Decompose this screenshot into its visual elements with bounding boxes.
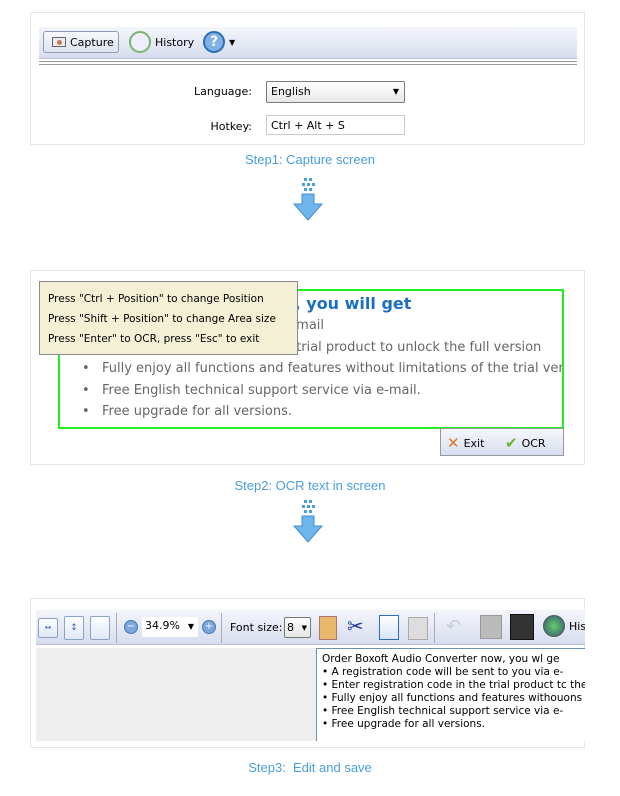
camera-icon (52, 37, 66, 47)
step2-caption: Step2: OCR text in screen (234, 478, 386, 493)
hint-tooltip: Press "Ctrl + Position" to change Positi… (39, 281, 298, 355)
fit-height-icon[interactable]: ↕ (64, 616, 84, 640)
paste-icon[interactable] (408, 617, 428, 640)
separator (434, 613, 435, 643)
text-line: • Fully enjoy all functions and features… (322, 692, 585, 704)
zoom-select[interactable]: 34.9% ▼ (142, 617, 198, 637)
step3-caption: Step3: Edit and save (248, 760, 372, 775)
capture-label: Capture (70, 35, 114, 49)
list-item: Free English technical support service v… (80, 380, 562, 402)
zoom-value: 34.9% (145, 619, 180, 632)
down-arrow-icon (293, 500, 323, 543)
hotkey-input[interactable]: Ctrl + Alt + S (266, 115, 405, 135)
editor-toolbar: ↔ ↕ − 34.9% ▼ + Font size: 8 ▼ ✂ ↶ His (36, 610, 585, 645)
history-label: His (569, 619, 585, 633)
fit-width-icon[interactable]: ↔ (38, 618, 58, 638)
actual-size-icon[interactable] (90, 616, 110, 640)
step1-panel: Capture History ? ▼ Language: English ▼ H… (30, 12, 585, 145)
cut-icon[interactable]: ✂ (347, 614, 364, 638)
undo-icon[interactable]: ↶ (446, 616, 461, 637)
image-preview-pane[interactable] (36, 648, 316, 741)
globe-icon (543, 615, 565, 637)
exit-button[interactable]: ✕ Exit (447, 434, 484, 452)
language-label: Language: (194, 85, 252, 98)
chevron-down-icon: ▼ (392, 87, 399, 96)
hotkey-label: Hotkey: (210, 120, 252, 133)
history-button[interactable]: History (129, 30, 194, 54)
zoom-in-icon[interactable]: + (202, 620, 216, 634)
text-line: Order Boxoft Audio Converter now, you wl… (322, 653, 560, 665)
ocr-action-bar: ✕ Exit ✔ OCR (440, 428, 564, 456)
ocr-text-editor[interactable]: Order Boxoft Audio Converter now, you wl… (316, 648, 585, 741)
step1-caption: Step1: Capture screen (244, 152, 376, 167)
down-arrow-icon (293, 178, 323, 221)
tooltip-line: Press "Shift + Position" to change Area … (48, 313, 276, 325)
capture-button[interactable]: Capture (43, 31, 119, 53)
close-icon: ✕ (447, 434, 460, 452)
font-size-select[interactable]: 8 ▼ (284, 617, 311, 638)
capture-toolbar: Capture History ? ▼ (39, 27, 577, 59)
dropdown-arrow-icon: ▼ (229, 37, 236, 47)
chevron-down-icon: ▼ (301, 624, 307, 632)
checkmark-icon: ✔ (505, 434, 518, 452)
ocr-label: OCR (521, 436, 546, 450)
chevron-down-icon: ▼ (187, 622, 194, 631)
separator (116, 613, 117, 643)
history-button[interactable]: His (543, 615, 585, 637)
tooltip-line: Press "Enter" to OCR, press "Esc" to exi… (48, 333, 260, 345)
help-button[interactable]: ? ▼ (203, 30, 235, 54)
font-size-value: 8 (287, 621, 294, 634)
text-line: • Free upgrade for all versions. (322, 718, 485, 730)
font-size-label: Font size: (230, 621, 283, 634)
separator (221, 613, 222, 643)
exit-label: Exit (463, 436, 485, 450)
list-item: Fully enjoy all functions and features w… (80, 358, 562, 380)
zoom-out-icon[interactable]: − (124, 620, 138, 634)
save-icon[interactable] (480, 615, 502, 639)
language-select[interactable]: English ▼ (266, 81, 405, 103)
toolbar-divider (39, 61, 577, 65)
copy-icon[interactable] (379, 615, 399, 640)
save-as-icon[interactable] (510, 614, 534, 640)
list-item: Free upgrade for all versions. (80, 401, 562, 423)
text-line: • A registration code will be sent to yo… (322, 666, 564, 678)
ocr-button[interactable]: ✔ OCR (505, 434, 546, 452)
history-label: History (155, 35, 195, 49)
clock-icon (129, 31, 151, 53)
text-format-icon[interactable] (319, 616, 337, 640)
language-value: English (271, 85, 311, 98)
text-line: • Enter registration code in the trial p… (322, 679, 585, 691)
tooltip-line: Press "Ctrl + Position" to change Positi… (48, 293, 264, 305)
help-icon: ? (203, 31, 225, 53)
text-line: • Free English technical support service… (322, 705, 564, 717)
